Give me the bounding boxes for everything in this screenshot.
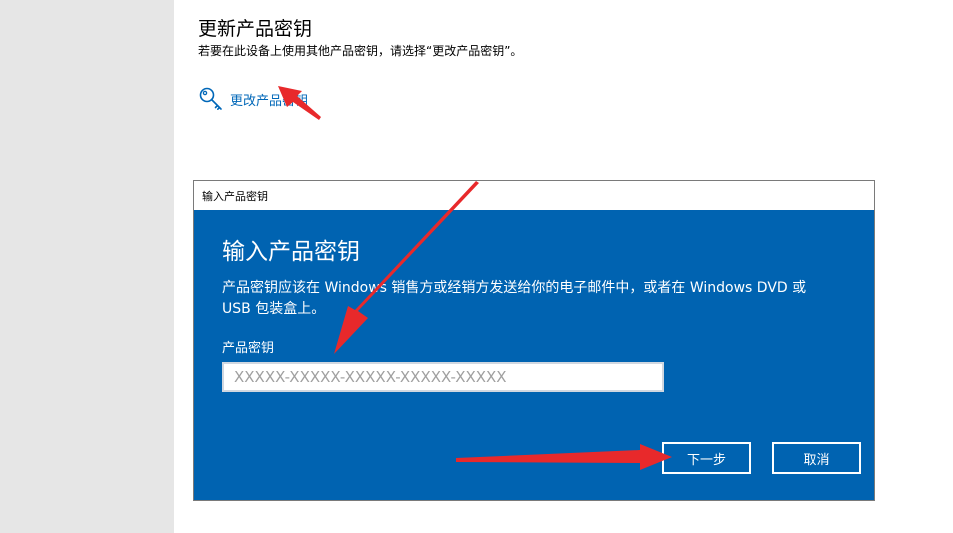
product-key-input[interactable]	[222, 362, 664, 392]
cropped-top-links	[773, 0, 943, 4]
key-icon	[199, 87, 222, 110]
cancel-button[interactable]: 取消	[772, 442, 861, 474]
next-button[interactable]: 下一步	[662, 442, 751, 474]
settings-left-pane	[0, 0, 174, 533]
dialog-titlebar: 输入产品密钥	[194, 181, 874, 210]
dialog-description: 产品密钥应该在 Windows 销售方或经销方发送给你的电子邮件中，或者在 Wi…	[222, 280, 807, 317]
dialog-heading: 输入产品密钥	[222, 239, 360, 265]
change-product-key-link[interactable]: 更改产品密钥	[198, 86, 308, 112]
section-description: 若要在此设备上使用其他产品密钥，请选择“更改产品密钥”。	[198, 44, 523, 58]
page-title: 更新产品密钥	[198, 18, 313, 40]
product-key-label: 产品密钥	[222, 341, 275, 356]
enter-product-key-dialog: 输入产品密钥 输入产品密钥 产品密钥应该在 Windows 销售方或经销方发送给…	[193, 180, 875, 501]
change-product-key-label: 更改产品密钥	[230, 93, 309, 109]
